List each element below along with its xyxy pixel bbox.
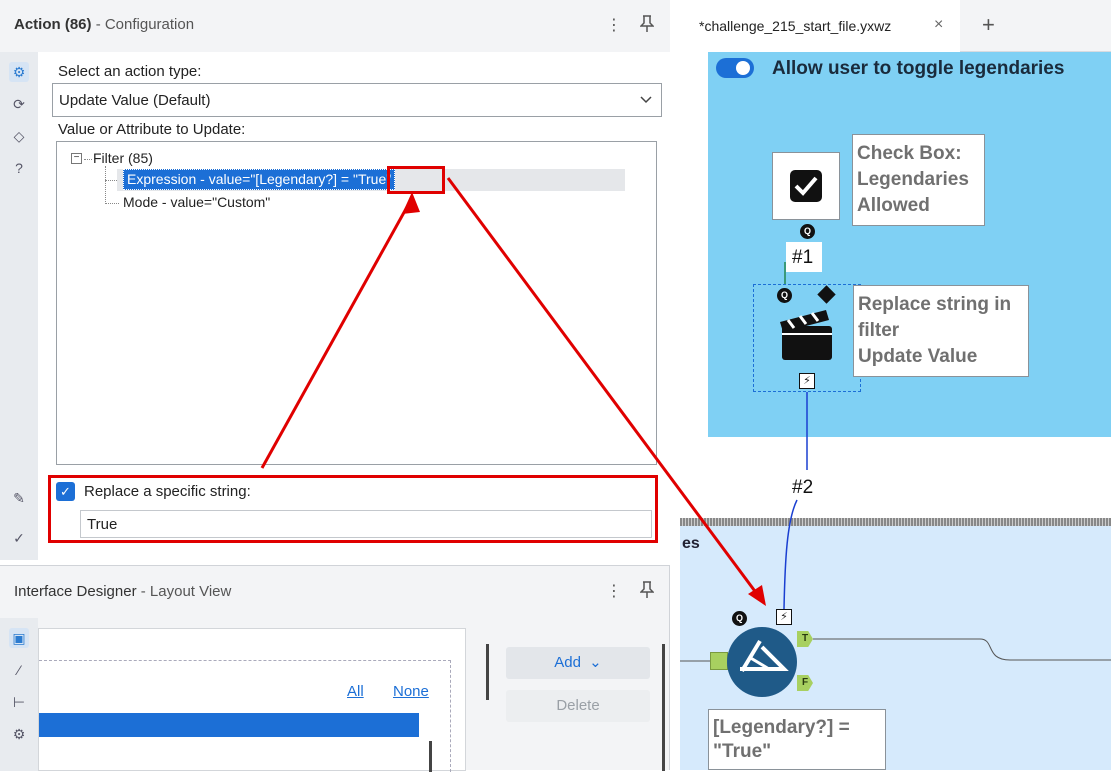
chevron-down-icon [639,90,653,114]
replace-string-input[interactable]: True [80,510,652,538]
select-all-link[interactable]: All [347,683,364,700]
connection-line [784,262,786,284]
toggle-knob [736,61,750,75]
designer-scrollbar[interactable] [429,741,432,772]
checkbox-tool-icon [790,170,822,202]
tree-connector [84,159,92,160]
tree-collapse-icon[interactable]: − [71,153,82,164]
annotation-line: "True" [713,741,772,762]
replace-string-label: Replace a specific string: [84,483,251,500]
more-vertical-icon[interactable]: ⋮ [606,581,622,601]
filter-action-input-icon[interactable]: ⚡ [776,609,792,625]
tree-item-mode[interactable]: Mode - value="Custom" [123,194,270,210]
splitter-handle[interactable] [486,644,489,700]
tree-icon[interactable]: ⊢ [9,692,29,712]
interface-designer-panel: Interface Designer - Layout View ⋮ ▣ ⁄ ⊢… [0,565,670,772]
designer-subtitle: - Layout View [140,583,232,600]
designer-tree-view[interactable]: All None [38,628,466,772]
layout-icon[interactable]: ▣ [9,628,29,648]
tab-workflow[interactable]: *challenge_215_start_file.yxwz × [680,0,960,52]
gear-icon[interactable]: ⚙ [9,62,29,82]
workflow-canvas[interactable]: *challenge_215_start_file.yxwz × + Allow… [680,0,1111,770]
tab-bar: *challenge_215_start_file.yxwz × + [680,0,1111,52]
more-vertical-icon[interactable]: ⋮ [606,15,622,35]
add-button[interactable]: Add ⌄ [506,647,650,679]
rotate-icon[interactable]: ⟳ [9,94,29,114]
add-tab-icon[interactable]: + [982,12,995,38]
container-toggle[interactable] [716,58,754,78]
annotation-line: Replace string in [858,294,1012,315]
replace-string-value: True [87,516,118,533]
question-anchor-icon[interactable]: Q [777,288,792,303]
checkbox-tool[interactable] [772,152,840,220]
tag-icon[interactable]: ◇ [9,126,29,146]
lower-container-title: es [682,535,700,552]
tree-connector [105,203,119,204]
container-title: Allow user to toggle legendaries [772,58,1065,79]
filter-tool-icon [740,639,789,673]
wand-icon[interactable]: ⁄ [9,660,29,680]
select-none-link[interactable]: None [393,683,429,700]
config-subtitle: - Configuration [95,16,195,33]
annotation-line: filter [858,320,900,341]
chevron-down-icon: ⌄ [589,654,602,671]
filter-tool-annotation: [Legendary?] = "True" [708,709,886,770]
container-divider [680,518,1111,526]
checkbox-tool-annotation: Check Box: Legendaries Allowed [852,134,985,226]
connection-2-label: #2 [792,477,814,498]
clapper-icon [776,306,840,364]
config-panel-title: Action (86) - Configuration [14,16,194,33]
gear-icon[interactable]: ⚙ [9,724,29,744]
designer-title: Interface Designer - Layout View [14,583,231,600]
delete-button[interactable]: Delete [506,690,650,722]
pin-icon[interactable] [639,15,655,38]
panel-scrollbar[interactable] [662,644,665,771]
action-title: Action (86) [14,16,92,33]
filter-tool[interactable] [727,627,797,697]
action-output-icon[interactable]: ⚡ [799,373,815,389]
tree-root-filter[interactable]: Filter (85) [93,150,153,166]
value-attribute-label: Value or Attribute to Update: [58,121,246,138]
configuration-panel: Action (86) - Configuration ⋮ ⚙ ⟳ ◇ ? ✎ … [0,0,670,560]
action-type-select[interactable]: Update Value (Default) [52,83,662,117]
annotation-line: [Legendary?] = [713,717,850,738]
add-button-label: Add [554,654,581,671]
action-type-value: Update Value (Default) [59,92,211,109]
pencil-icon[interactable]: ✎ [9,488,29,508]
attribute-tree[interactable]: − Filter (85) Expression - value="[Legen… [56,141,657,465]
check-circle-icon[interactable]: ✓ [9,528,29,548]
connection-1-label: #1 [792,247,814,268]
designer-side-toolbar: ▣ ⁄ ⊢ ⚙ [0,618,38,771]
tab-workflow-label: *challenge_215_start_file.yxwz [699,18,892,34]
annotation-line: Legendaries [857,169,969,190]
select-action-label: Select an action type: [58,63,202,80]
action-tool-annotation: Replace string in filter Update Value [853,285,1029,377]
annotation-line: Allowed [857,195,930,216]
designer-title-main: Interface Designer [14,583,137,600]
config-panel-header: Action (86) - Configuration ⋮ [0,0,670,52]
replace-string-checkbox[interactable]: ✓ [56,482,75,501]
designer-selected-row[interactable] [39,713,419,737]
pin-icon[interactable] [639,581,655,604]
help-icon[interactable]: ? [9,158,29,178]
highlight-true-box [387,166,445,194]
tree-item-expression[interactable]: Expression - value="[Legendary?] = "True… [123,169,396,190]
question-anchor-icon[interactable]: Q [800,224,815,239]
question-anchor-icon[interactable]: Q [732,611,747,626]
close-icon[interactable]: × [934,16,943,34]
annotation-line: Update Value [858,346,978,367]
tree-connector [105,166,106,204]
annotation-line: Check Box: [857,143,962,164]
config-side-toolbar: ⚙ ⟳ ◇ ? ✎ ✓ [0,52,38,560]
filter-input-port[interactable] [710,652,728,670]
